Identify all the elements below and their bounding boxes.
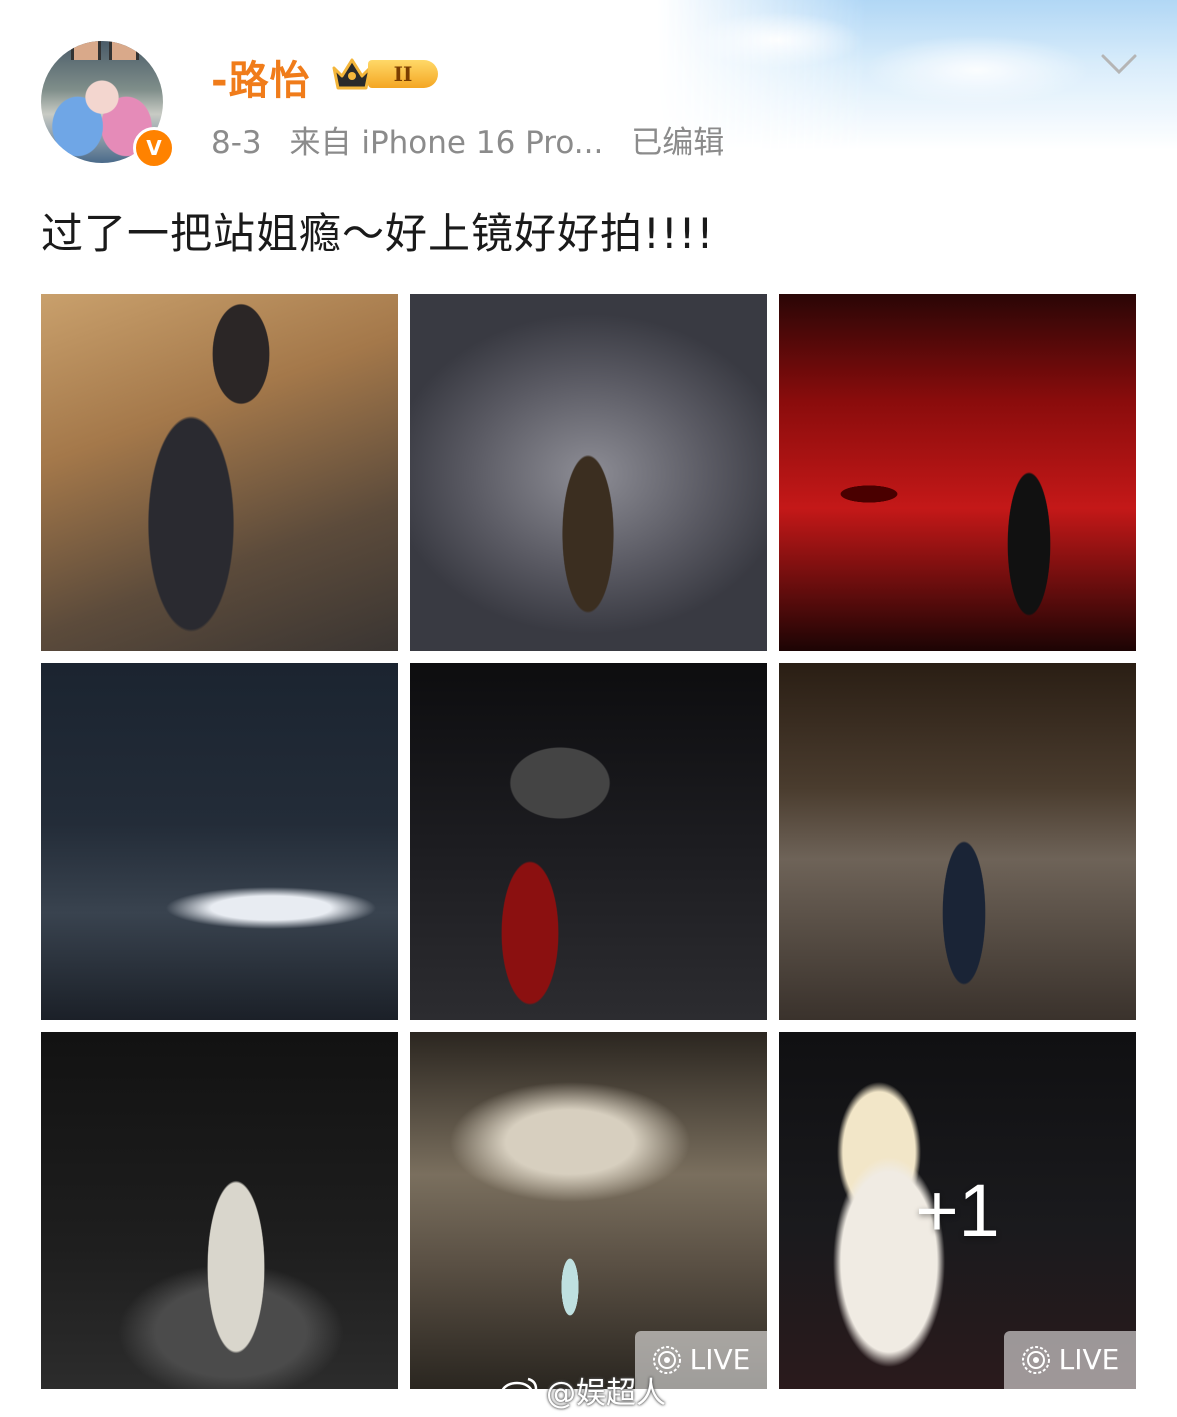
image-grid: LIVE +1 LIVE (41, 294, 1136, 1389)
photo-3[interactable] (779, 294, 1136, 651)
chevron-down-icon[interactable] (1100, 52, 1138, 76)
photo-9[interactable]: +1 LIVE (779, 1032, 1136, 1389)
live-label: LIVE (1058, 1343, 1120, 1376)
vip-badge[interactable]: II (330, 54, 444, 94)
photo-1[interactable] (41, 294, 398, 651)
live-icon (1021, 1346, 1050, 1374)
watermark: @娱超人 (500, 1368, 666, 1412)
watermark-text: @娱超人 (546, 1376, 666, 1411)
cat-ear-decoration (109, 41, 139, 60)
post-edited-label[interactable]: 已编辑 (631, 125, 724, 161)
live-badge: LIVE (1004, 1331, 1136, 1389)
photo-5[interactable] (410, 663, 767, 1020)
photo-7[interactable] (41, 1032, 398, 1389)
post-text: 过了一把站姐瘾～好上镜好好拍!!!! (41, 209, 715, 258)
photo-4[interactable] (41, 663, 398, 1020)
photo-2[interactable] (410, 294, 767, 651)
photo-8[interactable]: LIVE (410, 1032, 767, 1389)
post-source[interactable]: 来自 iPhone 16 Pro... (290, 125, 604, 161)
cat-ear-decoration (71, 41, 101, 60)
vip-level-label: II (368, 60, 438, 88)
avatar[interactable]: V (41, 35, 175, 169)
post-date: 8-3 (211, 125, 262, 161)
username[interactable]: -路怡 (211, 48, 311, 106)
verified-icon: V (133, 127, 175, 169)
weibo-logo-icon (500, 1377, 538, 1405)
photo-6[interactable] (779, 663, 1136, 1020)
live-label: LIVE (689, 1343, 751, 1376)
post-meta: 8-3 来自 iPhone 16 Pro... 已编辑 (211, 117, 742, 162)
